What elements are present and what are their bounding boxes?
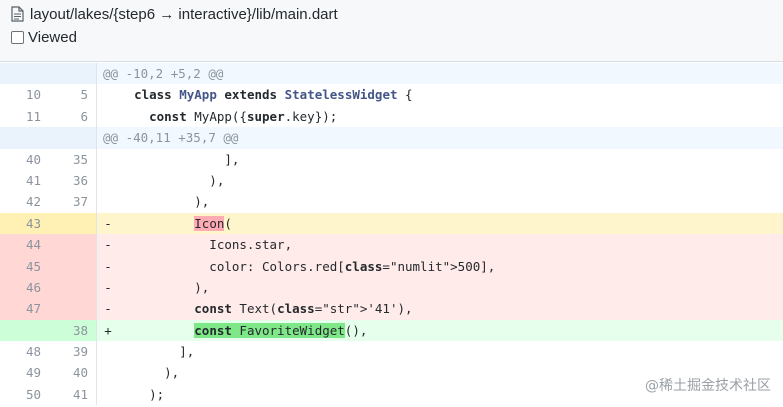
diff-sign bbox=[97, 384, 113, 405]
deleted-line[interactable]: 45 - color: Colors.red[class="numlit">50… bbox=[0, 255, 783, 277]
diff-sign: - bbox=[104, 301, 112, 317]
code-line: ), bbox=[119, 279, 210, 295]
code-line: ], bbox=[119, 151, 240, 167]
diff-sign bbox=[97, 170, 113, 191]
code-line: ], bbox=[119, 344, 195, 360]
old-line-number[interactable]: 41 bbox=[0, 170, 49, 191]
new-line-number[interactable]: 36 bbox=[49, 169, 97, 192]
old-line-number[interactable]: 10 bbox=[0, 84, 49, 105]
added-line[interactable]: 38 + const FavoriteWidget(), bbox=[0, 319, 783, 342]
diff-line[interactable]: 41 36 ), bbox=[0, 169, 783, 192]
diff-line[interactable]: 40 35 ], bbox=[0, 148, 783, 170]
new-line-number[interactable]: 38 bbox=[49, 319, 97, 342]
code-line: const FavoriteWidget(), bbox=[194, 322, 368, 338]
new-line-number[interactable]: 40 bbox=[49, 362, 97, 384]
diff-sign: - bbox=[104, 237, 112, 253]
diff-sign: - bbox=[104, 279, 112, 295]
old-line-number[interactable]: 40 bbox=[0, 149, 49, 170]
new-line-number[interactable] bbox=[49, 276, 97, 299]
diff-sign bbox=[97, 191, 113, 212]
diff-sign bbox=[97, 106, 113, 127]
new-line-number[interactable] bbox=[49, 234, 97, 256]
viewed-toggle[interactable]: Viewed bbox=[11, 28, 77, 46]
old-line-number[interactable]: 43 bbox=[0, 212, 49, 235]
old-line-number[interactable]: 48 bbox=[0, 341, 49, 362]
file-path-row: layout/lakes/{step6 → interactive}/lib/m… bbox=[11, 5, 338, 23]
old-line-number[interactable]: 45 bbox=[0, 255, 49, 277]
diff-line[interactable]: 48 39 ], bbox=[0, 341, 783, 363]
code-line: const MyApp({super.key}); bbox=[149, 108, 338, 124]
new-line-number[interactable]: 35 bbox=[49, 148, 97, 170]
old-line-number[interactable]: 46 bbox=[0, 276, 49, 299]
diff-sign: - bbox=[104, 215, 112, 231]
watermark: @稀土掘金技术社区 bbox=[645, 378, 771, 394]
new-line-number[interactable] bbox=[49, 255, 97, 277]
old-line-number[interactable]: 50 bbox=[0, 384, 49, 405]
diff-table: @@ -10,2 +5,2 @@ 10 5 class MyApp extend… bbox=[0, 63, 783, 406]
diff-sign: - bbox=[104, 258, 112, 274]
file-icon bbox=[11, 6, 24, 22]
new-line-number[interactable] bbox=[49, 298, 97, 320]
diff-sign bbox=[97, 362, 113, 383]
diff-line[interactable]: 42 37 ), bbox=[0, 191, 783, 213]
file-header: layout/lakes/{step6 → interactive}/lib/m… bbox=[0, 0, 783, 62]
old-line-number[interactable]: 44 bbox=[0, 234, 49, 256]
diff-sign: + bbox=[104, 322, 112, 338]
diff-sign bbox=[97, 84, 113, 105]
diff-sign bbox=[97, 149, 113, 170]
deleted-line[interactable]: 44 - Icons.star, bbox=[0, 234, 783, 256]
hunk-range: @@ -40,11 +35,7 @@ bbox=[103, 130, 239, 146]
new-line-number[interactable]: 6 bbox=[49, 105, 97, 128]
code-line: Icons.star, bbox=[119, 237, 293, 253]
code-line: const Text(class="str">'41'), bbox=[194, 301, 413, 317]
hunk-range: @@ -10,2 +5,2 @@ bbox=[103, 66, 224, 81]
old-line-number[interactable] bbox=[0, 319, 49, 342]
new-line-number[interactable]: 41 bbox=[49, 383, 97, 406]
file-path-link[interactable]: layout/lakes/{step6 → interactive}/lib/m… bbox=[30, 6, 338, 23]
deleted-line[interactable]: 47 - const Text(class="str">'41'), bbox=[0, 298, 783, 320]
old-line-number[interactable]: 49 bbox=[0, 362, 49, 383]
code-line: ), bbox=[119, 194, 210, 210]
diff-line[interactable]: 11 6 const MyApp({super.key}); bbox=[0, 105, 783, 128]
diff-sign bbox=[97, 341, 113, 362]
deleted-line-active[interactable]: 43 - Icon( bbox=[0, 212, 783, 235]
deleted-line[interactable]: 46 - ), bbox=[0, 276, 783, 299]
new-line-number[interactable] bbox=[49, 212, 97, 235]
old-line-number[interactable]: 42 bbox=[0, 191, 49, 212]
viewed-label: Viewed bbox=[28, 28, 77, 46]
diff-line[interactable]: 10 5 class MyApp extends StatelessWidget… bbox=[0, 84, 783, 106]
code-line: Icon( bbox=[194, 215, 232, 231]
hunk-header[interactable]: @@ -40,11 +35,7 @@ bbox=[0, 127, 783, 149]
code-line: ), bbox=[119, 172, 225, 188]
hunk-header[interactable]: @@ -10,2 +5,2 @@ bbox=[0, 63, 783, 85]
new-line-number[interactable]: 39 bbox=[49, 341, 97, 363]
old-line-number[interactable]: 47 bbox=[0, 298, 49, 320]
new-line-number[interactable]: 37 bbox=[49, 191, 97, 213]
old-line-number[interactable]: 11 bbox=[0, 106, 49, 127]
viewed-checkbox[interactable] bbox=[11, 30, 24, 44]
code-line: class MyApp extends StatelessWidget { bbox=[134, 87, 413, 103]
new-line-number[interactable]: 5 bbox=[49, 84, 97, 106]
code-line: color: Colors.red[class="numlit">500], bbox=[119, 258, 496, 274]
